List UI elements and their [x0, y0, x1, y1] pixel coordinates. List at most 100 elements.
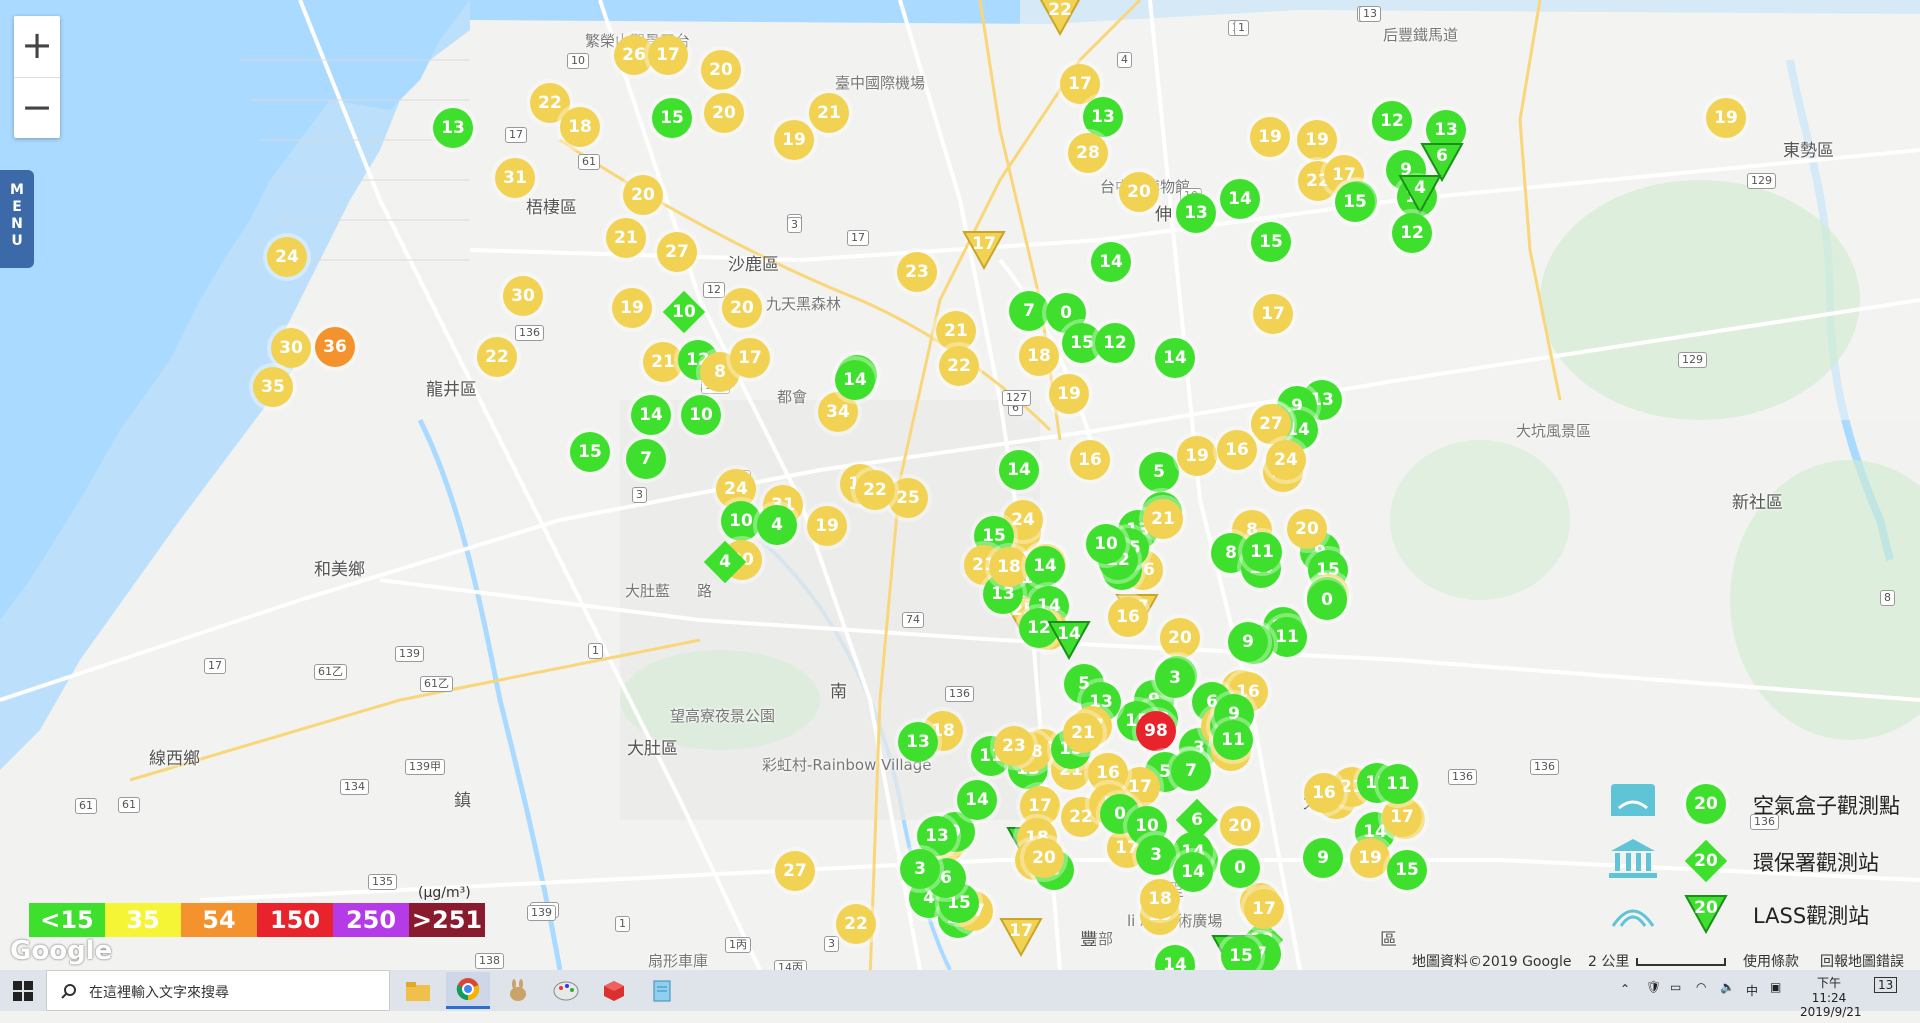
airbox-station-marker[interactable]: 15: [1335, 182, 1375, 222]
airbox-station-marker[interactable]: 23: [994, 726, 1034, 766]
airbox-station-marker[interactable]: 22: [477, 337, 517, 377]
airbox-station-marker[interactable]: 19: [1177, 436, 1217, 476]
airbox-station-marker[interactable]: 14: [835, 360, 875, 400]
airbox-station-marker[interactable]: 12: [1392, 213, 1432, 253]
airbox-station-marker[interactable]: 5: [1139, 452, 1179, 492]
airbox-station-marker[interactable]: 7: [626, 439, 666, 479]
airbox-station-marker[interactable]: 0: [1220, 848, 1260, 888]
lass-station-marker[interactable]: 17: [999, 917, 1043, 957]
airbox-station-marker[interactable]: 24: [267, 237, 307, 277]
app-button-rabbit[interactable]: [496, 972, 540, 1009]
airbox-station-marker[interactable]: 0: [1307, 580, 1347, 620]
airbox-station-marker[interactable]: 14: [1025, 546, 1065, 586]
airbox-station-marker[interactable]: 20: [701, 50, 741, 90]
epa-station-marker[interactable]: 10: [663, 291, 705, 333]
airbox-station-marker[interactable]: 20: [704, 93, 744, 133]
airbox-station-marker[interactable]: 15: [1221, 936, 1261, 970]
menu-tab[interactable]: MENU: [0, 170, 34, 268]
airbox-station-marker[interactable]: 20: [1160, 618, 1200, 658]
airbox-station-marker[interactable]: 3: [900, 849, 940, 889]
lass-station-marker[interactable]: 22: [1038, 0, 1082, 36]
airbox-station-marker[interactable]: 17: [730, 338, 770, 378]
airbox-station-marker[interactable]: 7: [1009, 291, 1049, 331]
airbox-station-marker[interactable]: 14: [1220, 179, 1260, 219]
app-button-paint[interactable]: [544, 972, 588, 1009]
airbox-station-marker[interactable]: 21: [606, 218, 646, 258]
airbox-station-marker[interactable]: 9: [1303, 838, 1343, 878]
airbox-station-marker[interactable]: 13: [898, 722, 938, 762]
wifi-icon[interactable]: ◠: [1696, 980, 1706, 1021]
epa-station-marker[interactable]: 6: [1176, 799, 1218, 841]
airbox-station-marker[interactable]: 20: [1119, 172, 1159, 212]
airbox-station-marker[interactable]: 15: [1251, 222, 1291, 262]
volume-icon[interactable]: 🔈: [1720, 980, 1735, 1021]
airbox-station-marker[interactable]: 10: [1086, 524, 1126, 564]
airbox-station-marker[interactable]: 9: [1228, 622, 1268, 662]
tray-expand-icon[interactable]: ⌃: [1620, 982, 1630, 1023]
airbox-station-marker[interactable]: 11: [1213, 720, 1253, 760]
zoom-in-button[interactable]: +: [14, 16, 60, 78]
zoom-out-button[interactable]: −: [14, 78, 60, 139]
chrome-button[interactable]: [446, 972, 490, 1009]
airbox-station-marker[interactable]: 19: [1706, 98, 1746, 138]
airbox-station-marker[interactable]: 4: [757, 505, 797, 545]
app-button-notepad[interactable]: [640, 972, 684, 1009]
airbox-station-marker[interactable]: 31: [495, 158, 535, 198]
airbox-station-marker[interactable]: 30: [271, 328, 311, 368]
file-explorer-button[interactable]: [396, 972, 440, 1009]
airbox-station-marker[interactable]: 15: [570, 432, 610, 472]
airbox-station-marker[interactable]: 16: [1108, 597, 1148, 637]
app-button-cube[interactable]: [592, 972, 636, 1009]
airbox-station-marker[interactable]: 16: [1304, 773, 1344, 813]
airbox-station-marker[interactable]: 10: [721, 501, 761, 541]
airbox-station-marker[interactable]: 27: [775, 851, 815, 891]
airbox-station-marker[interactable]: 14: [957, 780, 997, 820]
airbox-station-marker[interactable]: 14: [1155, 338, 1195, 378]
notification-center-icon[interactable]: 13: [1874, 977, 1898, 1019]
airbox-station-marker[interactable]: 16: [1217, 430, 1257, 470]
epa-station-marker[interactable]: 4: [704, 541, 746, 583]
airbox-station-marker[interactable]: 28: [1068, 133, 1108, 173]
map-canvas[interactable]: 繁榮山觀景平台臺中國際機場后豐鐵馬道東勢區梧棲區沙鹿區台中球博物館九天黑森林龍井…: [0, 0, 1920, 970]
airbox-station-marker[interactable]: 22: [836, 904, 876, 944]
airbox-station-marker[interactable]: 20: [1287, 509, 1327, 549]
airbox-station-marker[interactable]: 13: [1083, 97, 1123, 137]
airbox-station-marker[interactable]: 19: [1250, 117, 1290, 157]
airbox-station-marker[interactable]: 18: [989, 547, 1029, 587]
taskbar-search-box[interactable]: 在這裡輸入文字來搜尋: [46, 970, 390, 1011]
security-icon[interactable]: 🛡: [1646, 980, 1661, 1021]
terms-link[interactable]: 使用條款: [1743, 951, 1799, 970]
airbox-station-marker[interactable]: 20: [722, 288, 762, 328]
airbox-station-marker[interactable]: 19: [1350, 838, 1390, 878]
airbox-station-marker[interactable]: 23: [897, 252, 937, 292]
lass-station-marker[interactable]: 4: [1398, 174, 1442, 214]
airbox-station-marker[interactable]: 35: [253, 367, 293, 407]
airbox-station-marker[interactable]: 20: [1220, 806, 1260, 846]
airbox-station-marker[interactable]: 14: [1173, 852, 1213, 892]
airbox-station-marker[interactable]: 19: [612, 288, 652, 328]
airbox-station-marker[interactable]: 21: [643, 342, 683, 382]
airbox-station-marker[interactable]: 19: [774, 120, 814, 160]
airbox-station-marker[interactable]: 19: [1049, 374, 1089, 414]
airbox-station-marker[interactable]: 12: [1095, 323, 1135, 363]
ime-indicator[interactable]: 中: [1746, 982, 1758, 1023]
airbox-station-marker[interactable]: 10: [681, 395, 721, 435]
airbox-station-marker[interactable]: 21: [1063, 713, 1103, 753]
airbox-station-marker[interactable]: 13: [433, 108, 473, 148]
airbox-station-marker[interactable]: 14: [1091, 242, 1131, 282]
airbox-station-marker[interactable]: 21: [936, 311, 976, 351]
airbox-station-marker[interactable]: 20: [623, 175, 663, 215]
airbox-station-marker[interactable]: 11: [1242, 532, 1282, 572]
lass-station-marker[interactable]: 17: [962, 230, 1006, 270]
clock[interactable]: 下午 11:24 2019/9/21: [1800, 974, 1862, 1019]
airbox-station-marker[interactable]: 98: [1136, 711, 1176, 751]
report-error-link[interactable]: 回報地圖錯誤: [1820, 951, 1904, 970]
airbox-station-marker[interactable]: 17: [1244, 889, 1284, 929]
lass-station-marker[interactable]: 14: [1047, 620, 1091, 660]
airbox-station-marker[interactable]: 36: [315, 327, 355, 367]
airbox-station-marker[interactable]: 3: [1155, 658, 1195, 698]
airbox-station-marker[interactable]: 20: [1024, 838, 1064, 878]
airbox-station-marker[interactable]: 17: [648, 35, 688, 75]
airbox-station-marker[interactable]: 22: [939, 346, 979, 386]
airbox-station-marker[interactable]: 12: [1372, 101, 1412, 141]
